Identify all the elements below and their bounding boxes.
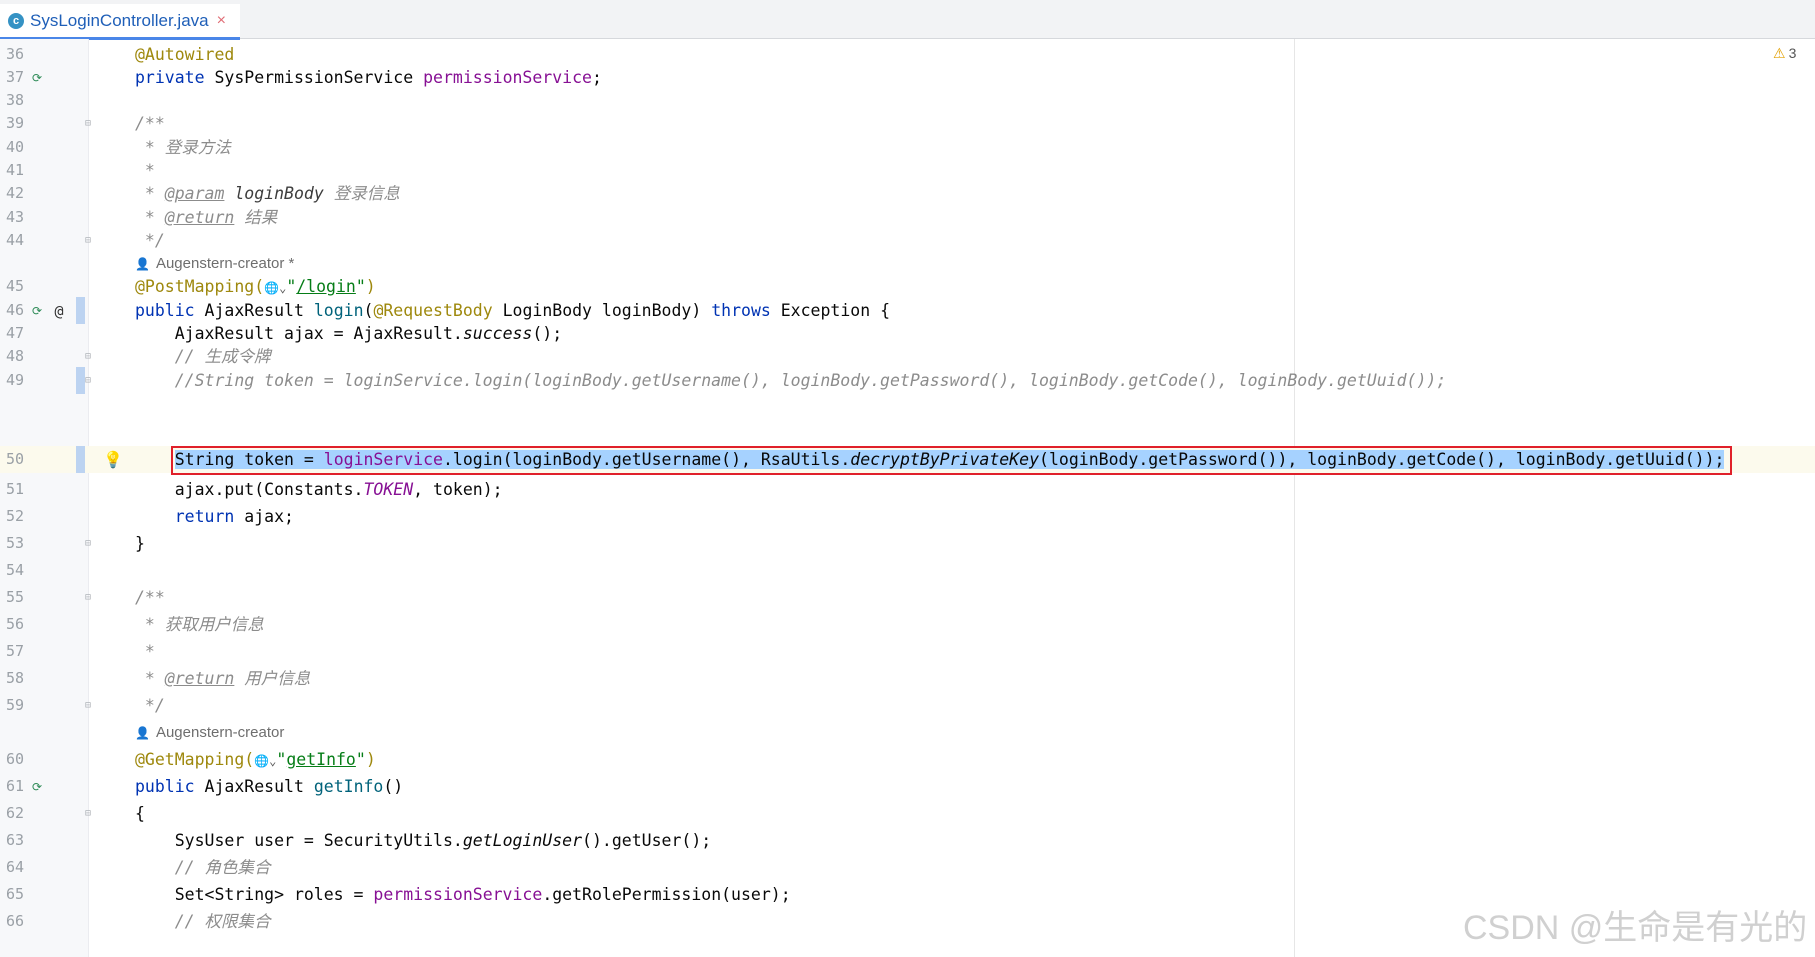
vcs-change-marker[interactable] <box>76 367 85 394</box>
code-line[interactable]: 53 ⊟ } <box>0 530 1815 557</box>
code-text: public AjaxResult getInfo() <box>135 777 404 796</box>
code-text: /** <box>135 114 165 133</box>
fold-icon[interactable]: ⊟ <box>80 536 96 552</box>
code-line[interactable]: 61 ⟳ public AjaxResult getInfo() <box>0 773 1815 800</box>
editor-tab-bar: c SysLoginController.java × <box>0 0 1815 40</box>
fold-icon[interactable]: ⊟ <box>80 698 96 714</box>
bean-navigation-icon[interactable]: ⟳ <box>29 70 45 86</box>
line-number: 39 <box>6 114 25 132</box>
code-text: ajax.put(Constants.TOKEN, token); <box>135 480 503 499</box>
code-line[interactable]: 56 * 获取用户信息 <box>0 611 1815 638</box>
code-line[interactable]: 49 ⊟ //String token = loginService.login… <box>0 367 1815 394</box>
code-text: * @param loginBody 登录信息 <box>135 184 400 203</box>
code-text: // 权限集合 <box>135 912 271 931</box>
code-line[interactable]: 51 ajax.put(Constants.TOKEN, token); <box>0 476 1815 503</box>
line-number: 42 <box>6 184 25 202</box>
code-line[interactable]: 58 * @return 用户信息 <box>0 665 1815 692</box>
tab-file-name: SysLoginController.java <box>30 10 209 30</box>
line-number: 54 <box>6 561 25 579</box>
globe-icon: 🌐⌄ <box>254 754 277 768</box>
fold-icon[interactable]: ⊟ <box>80 349 96 365</box>
line-number: 64 <box>6 858 25 876</box>
code-line[interactable]: 45 @PostMapping(🌐⌄"/login") <box>0 273 1815 300</box>
line-number: 50 <box>6 450 25 468</box>
code-text: { <box>135 804 145 823</box>
globe-icon: 🌐⌄ <box>264 281 287 295</box>
fold-icon[interactable]: ⊟ <box>80 116 96 132</box>
code-text: * 获取用户信息 <box>135 615 264 634</box>
fold-icon[interactable]: ⊟ <box>80 806 96 822</box>
fold-icon[interactable]: ⊟ <box>80 590 96 606</box>
line-number: 58 <box>6 669 25 687</box>
code-author-hint[interactable]: 👤 Augenstern-creator <box>0 719 1815 746</box>
line-number: 65 <box>6 885 25 903</box>
code-text: } <box>135 534 145 553</box>
code-text: return ajax; <box>174 507 294 526</box>
code-line[interactable]: 48 ⊟ // 生成令牌 <box>0 343 1815 370</box>
line-number: 66 <box>6 912 25 930</box>
line-number: 57 <box>6 642 25 660</box>
line-number: 59 <box>6 696 25 714</box>
code-text: @GetMapping(🌐⌄"getInfo") <box>135 750 376 769</box>
code-text: /** <box>135 588 165 607</box>
line-number: 56 <box>6 615 25 633</box>
code-line[interactable]: 64 // 角色集合 <box>0 854 1815 881</box>
code-text: SysUser user = SecurityUtils.getLoginUse… <box>135 831 712 850</box>
line-number: 55 <box>6 588 25 606</box>
code-line[interactable]: 63 SysUser user = SecurityUtils.getLogin… <box>0 827 1815 854</box>
code-text: * <box>135 642 155 661</box>
line-number: 62 <box>6 804 25 822</box>
code-text: */ <box>135 696 165 715</box>
user-icon: 👤 <box>135 726 150 740</box>
class-icon: c <box>8 12 24 29</box>
lightbulb-icon[interactable]: 💡 <box>103 452 123 468</box>
close-icon[interactable]: × <box>217 12 226 30</box>
watermark: CSDN @生命是有光的 <box>1463 909 1808 947</box>
code-line[interactable]: 59 ⊟ */ <box>0 692 1815 719</box>
code-text: // 生成令牌 <box>135 347 271 366</box>
highlight-box <box>171 446 1732 475</box>
author-inlay-hint[interactable]: 👤 Augenstern-creator <box>135 719 284 747</box>
code-text: * @return 用户信息 <box>135 669 311 688</box>
endpoint-icon[interactable]: @ <box>51 303 67 319</box>
line-number: 53 <box>6 534 25 552</box>
code-line[interactable]: 55 ⊟ /** <box>0 584 1815 611</box>
line-number: 49 <box>6 371 25 389</box>
line-number: 60 <box>6 750 25 768</box>
fold-icon[interactable]: ⊟ <box>80 233 96 249</box>
code-text: Set<String> roles = permissionService.ge… <box>135 885 791 904</box>
line-number: 52 <box>6 507 25 525</box>
code-line[interactable]: 62 ⊟ { <box>0 800 1815 827</box>
tab-syslogincontroller[interactable]: c SysLoginController.java × <box>0 4 240 40</box>
code-line[interactable]: 57 * <box>0 638 1815 665</box>
code-line[interactable]: 60 @GetMapping(🌐⌄"getInfo") <box>0 746 1815 773</box>
code-line[interactable]: 39 ⊟ /** <box>0 110 1815 137</box>
code-line[interactable]: 52 return ajax; <box>0 503 1815 530</box>
code-text: //String token = loginService.login(logi… <box>135 371 1447 390</box>
code-line[interactable]: 54 <box>0 557 1815 584</box>
bean-navigation-icon[interactable]: ⟳ <box>29 303 45 319</box>
line-number: 45 <box>6 277 25 295</box>
line-number: 63 <box>6 831 25 849</box>
code-line[interactable]: 42 * @param loginBody 登录信息 <box>0 180 1815 207</box>
bean-navigation-icon[interactable]: ⟳ <box>29 779 45 795</box>
vcs-change-marker[interactable] <box>76 446 85 473</box>
user-icon: 👤 <box>135 257 150 271</box>
code-text: // 角色集合 <box>135 858 271 877</box>
line-number: 51 <box>6 480 25 498</box>
line-number: 48 <box>6 347 25 365</box>
